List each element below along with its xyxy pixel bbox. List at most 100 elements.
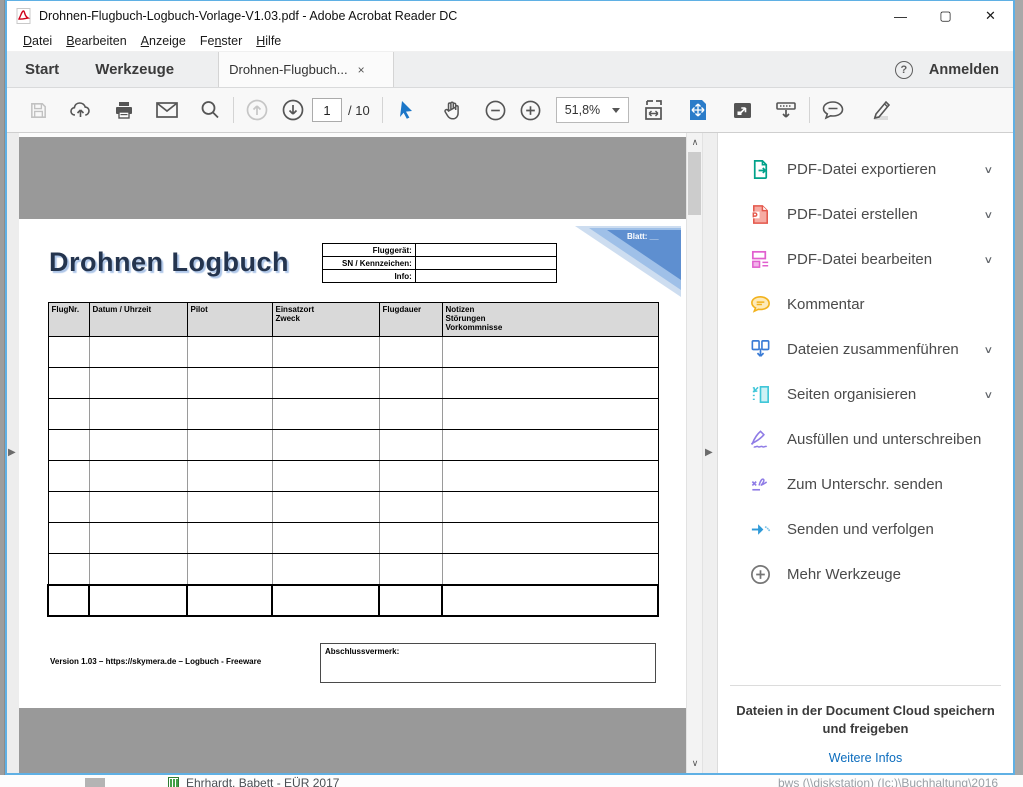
table-cell [442,337,658,368]
select-tool-button[interactable] [391,94,421,126]
tool-more-tools[interactable]: Mehr Werkzeuge [718,552,1013,597]
tab-start[interactable]: Start [7,52,77,87]
tool-edit-pdf[interactable]: PDF-Datei bearbeiten ∨ [718,237,1013,282]
table-cell [272,368,379,399]
scrolling-mode-icon [774,99,798,122]
table-cell [48,337,89,368]
right-panel-strip: ▶ [702,133,717,773]
tool-combine-files[interactable]: Dateien zusammenführen ∨ [718,327,1013,372]
hand-tool-button[interactable] [437,94,467,126]
scroll-down-icon[interactable]: ∨ [687,758,703,769]
tool-label: Senden und verfolgen [787,521,934,538]
document-title: Drohnen Logbuch [49,247,289,278]
fit-width-button[interactable] [639,94,669,126]
menu-anzeige[interactable]: Anzeige [134,32,193,50]
tool-label: PDF-Datei bearbeiten [787,251,932,268]
right-panel-toggle[interactable]: ▶ [705,447,713,458]
logbook-table-body [48,337,658,616]
menu-hilfe[interactable]: Hilfe [249,32,288,50]
send-track-icon [748,518,772,542]
chevron-down-icon[interactable]: ∨ [983,344,993,356]
next-page-icon [281,98,305,122]
menu-fenster[interactable]: Fenster [193,32,249,50]
hand-icon [441,99,463,121]
table-cell [442,368,658,399]
search-button[interactable] [195,94,225,126]
table-cell [272,492,379,523]
tool-send-for-signature[interactable]: Zum Unterschr. senden [718,462,1013,507]
tool-export-pdf[interactable]: PDF-Datei exportieren ∨ [718,147,1013,192]
minimize-button[interactable]: — [878,1,923,31]
help-icon[interactable]: ? [895,61,913,79]
next-page-button[interactable] [278,94,308,126]
zoom-out-button[interactable] [481,94,511,126]
table-cell [379,430,442,461]
menu-datei[interactable]: Datei [16,32,59,50]
email-button[interactable] [152,94,182,126]
edit-pdf-icon [748,248,772,272]
maximize-button[interactable]: ▢ [923,1,968,31]
table-cell [272,523,379,554]
tool-label: PDF-Datei erstellen [787,206,918,223]
fit-page-button[interactable] [683,94,713,126]
chevron-down-icon[interactable]: ∨ [983,389,993,401]
tab-document-label: Drohnen-Flugbuch... [229,62,348,77]
closing-remark-box: Abschlussvermerk: [320,643,656,683]
background-window-title: Ehrhardt, Babett - EÜR 2017 [186,776,339,787]
comment-tool-button[interactable] [818,94,848,126]
fullscreen-button[interactable] [727,94,757,126]
main-area: ▶ Drohnen Logbuch Fluggerät: SN / Kennze… [7,133,1013,773]
zoom-in-button[interactable] [516,94,546,126]
table-cell [48,585,89,616]
left-panel-toggle[interactable]: ▶ [8,447,16,458]
print-button[interactable] [109,94,139,126]
table-cell [48,399,89,430]
anmelden-button[interactable]: Anmelden [929,62,999,78]
acrobat-pdf-icon [16,8,31,24]
table-cell [89,523,187,554]
tab-document[interactable]: Drohnen-Flugbuch... × [218,52,394,87]
tool-fill-sign[interactable]: Ausfüllen und unterschreiben [718,417,1013,462]
cloud-upload-icon [69,99,93,121]
tool-create-pdf[interactable]: PDF-Datei erstellen ∨ [718,192,1013,237]
table-row [48,585,658,616]
chevron-down-icon[interactable]: ∨ [983,164,993,176]
highlight-tool-button[interactable] [864,94,894,126]
page-number-input[interactable] [312,98,342,122]
tool-send-and-track[interactable]: Senden und verfolgen [718,507,1013,552]
scrolling-mode-button[interactable] [771,94,801,126]
table-cell [48,461,89,492]
acrobat-window: Drohnen-Flugbuch-Logbuch-Vorlage-V1.03.p… [5,0,1015,775]
chevron-down-icon[interactable]: ∨ [983,209,993,221]
tab-close-icon[interactable]: × [358,63,365,77]
table-cell [89,368,187,399]
tab-werkzeuge[interactable]: Werkzeuge [77,52,192,87]
table-cell [442,492,658,523]
table-row [48,368,658,399]
document-cloud-promo: Dateien in der Document Cloud speichern … [730,685,1001,767]
zoom-level-dropdown[interactable]: 51,8% [556,97,629,123]
fullscreen-icon [731,99,754,122]
save-button[interactable] [23,94,53,126]
tool-kommentar[interactable]: Kommentar [718,282,1013,327]
tools-sidebar: PDF-Datei exportieren ∨ PDF-Datei erstel… [717,133,1013,773]
table-row [48,523,658,554]
weitere-infos-link[interactable]: Weitere Infos [829,751,902,765]
info-label: Fluggerät: [323,244,416,257]
table-cell [272,430,379,461]
table-cell [48,523,89,554]
menu-bearbeiten[interactable]: Bearbeiten [59,32,133,50]
previous-page-button[interactable] [242,94,272,126]
table-cell [379,554,442,585]
scroll-up-icon[interactable]: ∧ [687,137,703,148]
vertical-scrollbar[interactable]: ∧ ∨ [686,133,702,773]
info-label: SN / Kennzeichen: [323,257,416,270]
fill-sign-icon [748,428,772,452]
scrollbar-thumb[interactable] [688,152,701,215]
chevron-down-icon[interactable]: ∨ [983,254,993,266]
document-canvas: Drohnen Logbuch Fluggerät: SN / Kennzeic… [19,133,686,773]
close-button[interactable]: ✕ [968,1,1013,31]
pdf-page: Drohnen Logbuch Fluggerät: SN / Kennzeic… [19,219,686,708]
cloud-upload-button[interactable] [66,94,96,126]
tool-organize-pages[interactable]: Seiten organisieren ∨ [718,372,1013,417]
